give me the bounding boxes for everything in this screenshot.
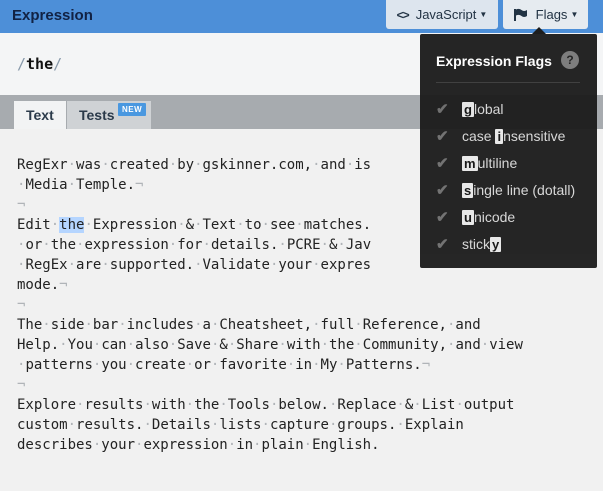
- text-line: ¬: [17, 377, 26, 393]
- flags-panel: Expression Flags ? ✔ g lobal ✔ case i nsensit…: [420, 34, 597, 268]
- new-badge: NEW: [118, 103, 147, 116]
- check-icon: ✔: [436, 236, 449, 253]
- tab-text[interactable]: Text: [14, 101, 66, 129]
- text-line: RegExr·was·created·by·gskinner.com,·and·…: [17, 157, 372, 173]
- text-line: ·RegEx·are·supported.·Validate·your·expr…: [17, 257, 372, 273]
- text-line: describes·your·expression·in·plain·Engli…: [17, 437, 380, 453]
- flag-key: g: [462, 101, 474, 117]
- flag-icon: [513, 8, 529, 22]
- flag-item[interactable]: ✔ case i nsensitive: [436, 125, 591, 147]
- header-bar: Expression <> JavaScript ▼ Flags ▼: [0, 0, 603, 33]
- text-line: ·patterns·you·create·or·favorite·in·My·P…: [17, 357, 431, 373]
- flag-label: u nicode: [462, 208, 516, 225]
- text-line: ¬: [17, 197, 26, 213]
- text-line: ·Media·Temple.¬: [17, 177, 144, 193]
- text-line: ·or·the·expression·for·details.·PCRE·&·J…: [17, 237, 372, 253]
- flags-label: Flags: [535, 7, 568, 22]
- text-line: The·side·bar·includes·a·Cheatsheet,·full…: [17, 317, 481, 333]
- flag-label: s ingle line (dotall): [462, 181, 576, 198]
- code-icon: <>: [396, 7, 410, 22]
- text-line: Explore·results·with·the·Tools·below.·Re…: [17, 397, 515, 413]
- expression-input[interactable]: /the/: [17, 55, 62, 73]
- caret-down-icon: ▼: [479, 10, 488, 19]
- check-icon: ✔: [436, 155, 449, 172]
- expression-close-delim: /: [53, 55, 63, 73]
- text-line: mode.¬: [17, 277, 68, 293]
- text-line: Edit·the·Expression·&·Text·to·see·matche…: [17, 217, 372, 233]
- check-icon: ✔: [436, 209, 449, 226]
- flag-item[interactable]: ✔ stick y: [436, 233, 591, 255]
- match-highlight: the: [59, 217, 85, 233]
- tab-text-label: Text: [26, 107, 54, 123]
- flag-key: i: [495, 128, 504, 144]
- flag-label: m ultiline: [462, 154, 518, 171]
- flag-item[interactable]: ✔ m ultiline: [436, 152, 591, 174]
- flag-item[interactable]: ✔ s ingle line (dotall): [436, 179, 591, 201]
- expression-body: the: [26, 55, 54, 73]
- flavor-label: JavaScript: [415, 7, 477, 22]
- caret-down-icon: ▼: [570, 10, 579, 19]
- check-icon: ✔: [436, 128, 449, 145]
- flag-item[interactable]: ✔ g lobal: [436, 98, 591, 120]
- help-icon[interactable]: ?: [561, 51, 579, 69]
- flag-key: m: [462, 155, 478, 171]
- flag-label: g lobal: [462, 100, 504, 117]
- flags-button[interactable]: Flags ▼: [503, 0, 588, 29]
- expression-open-delim: /: [17, 55, 27, 73]
- flavor-button[interactable]: <> JavaScript ▼: [386, 0, 498, 29]
- header-title: Expression: [12, 7, 93, 24]
- flag-label: case i nsensitive: [462, 127, 566, 144]
- flag-item[interactable]: ✔ u nicode: [436, 206, 591, 228]
- check-icon: ✔: [436, 101, 449, 118]
- flag-key: u: [462, 209, 474, 225]
- flags-panel-title: Expression Flags: [436, 53, 552, 69]
- text-line: ¬: [17, 297, 26, 313]
- flags-panel-arrow: [532, 27, 546, 34]
- flags-divider: [436, 82, 580, 83]
- tab-tests-label: Tests: [79, 107, 115, 123]
- flag-key: y: [490, 236, 502, 252]
- flag-label: stick y: [462, 235, 502, 252]
- check-icon: ✔: [436, 182, 449, 199]
- text-line: Help.·You·can·also·Save·&·Share·with·the…: [17, 337, 523, 353]
- flag-key: s: [462, 182, 474, 198]
- text-line: custom·results.·Details·lists·capture·gr…: [17, 417, 464, 433]
